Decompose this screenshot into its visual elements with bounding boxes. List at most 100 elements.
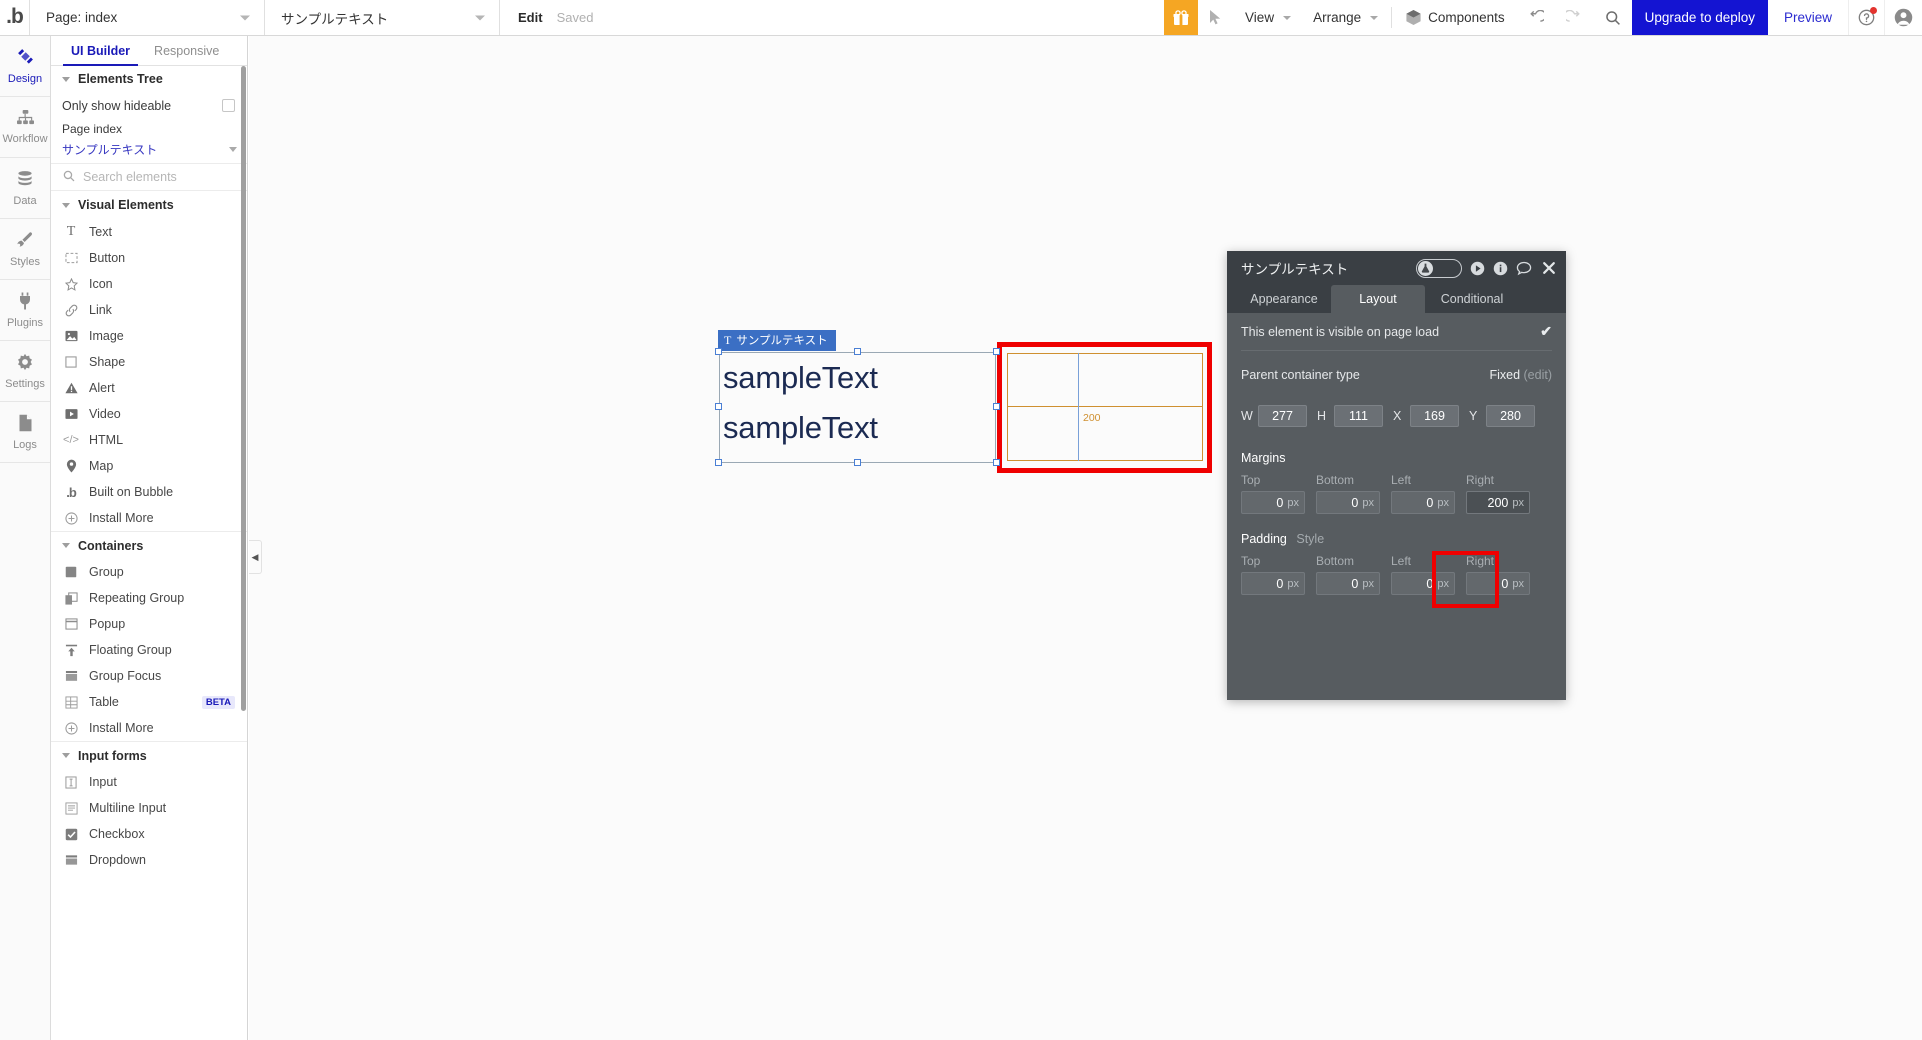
- element-item-dropdown[interactable]: Dropdown: [51, 847, 247, 873]
- resize-handle-top-center[interactable]: [854, 348, 861, 355]
- edit-label[interactable]: Edit: [518, 10, 543, 25]
- parent-container-edit-link[interactable]: (edit): [1524, 368, 1552, 382]
- tab-appearance[interactable]: Appearance: [1237, 285, 1331, 313]
- padding-bottom-input[interactable]: 0 px: [1316, 572, 1380, 595]
- tab-responsive[interactable]: Responsive: [142, 36, 231, 65]
- search-input[interactable]: [83, 170, 223, 184]
- resize-handle-middle-right[interactable]: [993, 403, 1000, 410]
- rail-item-styles[interactable]: Styles: [0, 219, 50, 280]
- only-show-hideable-row[interactable]: Only show hideable: [51, 92, 247, 119]
- element-item-install-more-visual[interactable]: Install More: [51, 505, 247, 531]
- resize-handle-middle-left[interactable]: [715, 403, 722, 410]
- page-selector[interactable]: Page: index: [30, 0, 265, 35]
- close-icon[interactable]: [1542, 261, 1556, 275]
- tab-ui-builder[interactable]: UI Builder: [59, 36, 142, 66]
- selected-element-badge[interactable]: T サンプルテキスト: [718, 330, 836, 351]
- visible-on-page-load-row[interactable]: This element is visible on page load ✔: [1241, 313, 1552, 351]
- only-show-hideable-checkbox[interactable]: [222, 99, 235, 112]
- padding-left-input[interactable]: 0 px: [1391, 572, 1455, 595]
- view-menu[interactable]: View: [1234, 0, 1302, 35]
- element-item-shape[interactable]: Shape: [51, 349, 247, 375]
- upgrade-to-deploy-button[interactable]: Upgrade to deploy: [1631, 0, 1768, 35]
- canvas-collapse-handle[interactable]: ◀: [249, 540, 262, 574]
- padding-fields: Top 0 px Bottom 0 px Left 0 px Right 0 p…: [1241, 554, 1552, 595]
- rail-item-settings[interactable]: Settings: [0, 341, 50, 402]
- cursor-tool-button[interactable]: [1198, 0, 1234, 35]
- redo-button[interactable]: [1555, 0, 1594, 35]
- play-icon[interactable]: [1470, 261, 1485, 276]
- element-item-image[interactable]: Image: [51, 323, 247, 349]
- canvas-text-element[interactable]: sampleText sampleText: [719, 352, 996, 463]
- element-item-group-focus[interactable]: Group Focus: [51, 663, 247, 689]
- tab-layout[interactable]: Layout: [1331, 285, 1425, 313]
- rail-item-logs[interactable]: Logs: [0, 402, 50, 463]
- element-selector[interactable]: サンプルテキスト: [265, 0, 500, 35]
- element-item-install-more-containers[interactable]: Install More: [51, 715, 247, 741]
- y-input[interactable]: 280: [1486, 405, 1535, 427]
- rail-item-data[interactable]: Data: [0, 158, 50, 219]
- resize-handle-top-left[interactable]: [715, 348, 722, 355]
- element-item-floating-group[interactable]: Floating Group: [51, 637, 247, 663]
- element-item-video[interactable]: Video: [51, 401, 247, 427]
- element-item-icon[interactable]: Icon: [51, 271, 247, 297]
- padding-style-link[interactable]: Style: [1296, 532, 1324, 546]
- tree-item-page-index[interactable]: Page index: [51, 119, 247, 139]
- group-header-input-forms[interactable]: Input forms: [51, 741, 247, 769]
- tree-item-sample-text[interactable]: サンプルテキスト: [51, 139, 247, 159]
- undo-icon: [1529, 9, 1544, 22]
- components-button[interactable]: Components: [1394, 0, 1516, 35]
- gift-icon[interactable]: [1164, 0, 1199, 35]
- search-button[interactable]: [1594, 0, 1632, 35]
- margin-right-input[interactable]: 200 px: [1466, 491, 1530, 514]
- arrange-menu[interactable]: Arrange: [1302, 0, 1389, 35]
- element-item-multiline-input[interactable]: Multiline Input: [51, 795, 247, 821]
- element-item-table[interactable]: Table BETA: [51, 689, 247, 715]
- rail-item-design[interactable]: Design: [0, 36, 50, 97]
- element-item-html[interactable]: </> HTML: [51, 427, 247, 453]
- resize-handle-bottom-left[interactable]: [715, 459, 722, 466]
- visible-on-page-load-checkbox[interactable]: ✔: [1540, 323, 1552, 340]
- resize-handle-bottom-center[interactable]: [854, 459, 861, 466]
- elements-tree-header[interactable]: Elements Tree: [51, 66, 247, 92]
- margin-top-input[interactable]: 0 px: [1241, 491, 1305, 514]
- chevron-down-icon[interactable]: [229, 146, 237, 152]
- resize-handle-top-right[interactable]: [993, 348, 1000, 355]
- x-input[interactable]: 169: [1410, 405, 1459, 427]
- element-item-text[interactable]: T Text: [51, 219, 247, 245]
- element-item-checkbox[interactable]: Checkbox: [51, 821, 247, 847]
- margin-left-input[interactable]: 0 px: [1391, 491, 1455, 514]
- panel-scrollbar[interactable]: [241, 66, 246, 711]
- flask-toggle-icon[interactable]: [1416, 258, 1462, 278]
- element-item-alert[interactable]: Alert: [51, 375, 247, 401]
- element-item-link[interactable]: Link: [51, 297, 247, 323]
- padding-top-input[interactable]: 0 px: [1241, 572, 1305, 595]
- element-item-built-on-bubble[interactable]: .b Built on Bubble: [51, 479, 247, 505]
- user-avatar[interactable]: [1884, 0, 1922, 35]
- element-item-repeating-group[interactable]: Repeating Group: [51, 585, 247, 611]
- group-header-containers[interactable]: Containers: [51, 531, 247, 559]
- resize-handle-bottom-right[interactable]: [993, 459, 1000, 466]
- rail-item-plugins[interactable]: Plugins: [0, 280, 50, 341]
- bubble-logo-icon[interactable]: .b: [0, 0, 30, 35]
- undo-button[interactable]: [1516, 0, 1555, 35]
- help-button[interactable]: [1848, 0, 1884, 35]
- element-item-group[interactable]: Group: [51, 559, 247, 585]
- group-header-visual-elements[interactable]: Visual Elements: [51, 191, 247, 219]
- preview-button[interactable]: Preview: [1768, 0, 1848, 35]
- padding-right-input[interactable]: 0 px: [1466, 572, 1530, 595]
- height-input[interactable]: 111: [1334, 405, 1383, 427]
- element-item-input[interactable]: Input: [51, 769, 247, 795]
- search-elements-row[interactable]: [51, 163, 247, 191]
- element-item-popup[interactable]: Popup: [51, 611, 247, 637]
- element-item-map[interactable]: Map: [51, 453, 247, 479]
- design-canvas[interactable]: [249, 36, 1922, 1040]
- margin-bottom-input[interactable]: 0 px: [1316, 491, 1380, 514]
- element-item-button[interactable]: Button: [51, 245, 247, 271]
- width-input[interactable]: 277: [1258, 405, 1307, 427]
- info-icon[interactable]: [1493, 261, 1508, 276]
- tab-conditional[interactable]: Conditional: [1425, 285, 1519, 313]
- rail-item-workflow[interactable]: Workflow: [0, 97, 50, 158]
- comment-icon[interactable]: [1516, 261, 1532, 276]
- tree-item-label: Page index: [62, 122, 123, 136]
